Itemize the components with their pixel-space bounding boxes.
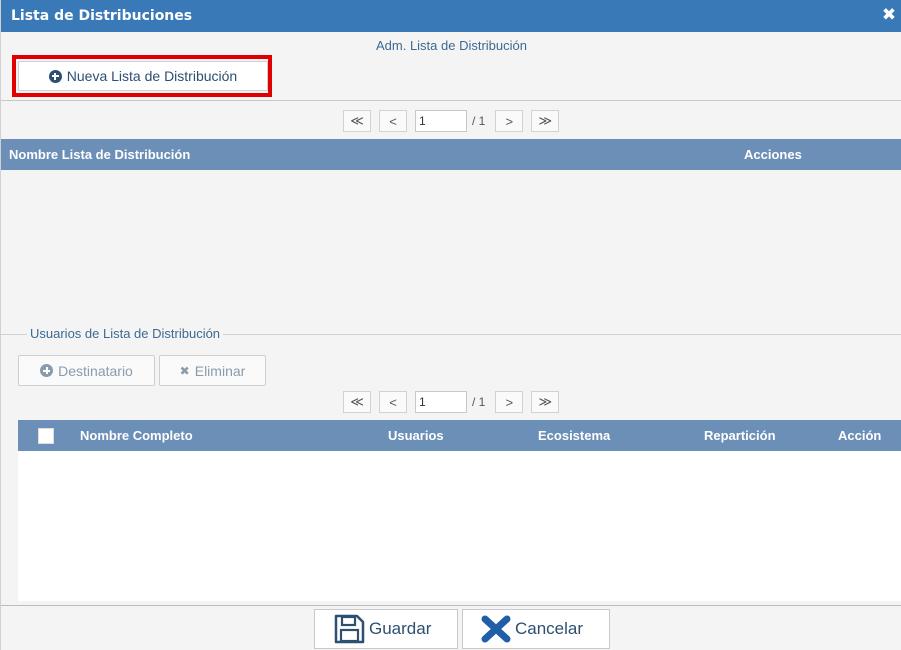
cancel-label: Cancelar xyxy=(515,619,584,638)
page-number-input[interactable] xyxy=(415,391,467,413)
close-icon[interactable]: ✖ xyxy=(880,6,898,24)
prev-page-button[interactable]: < xyxy=(379,110,407,132)
first-page-button[interactable]: ≪ xyxy=(343,391,371,413)
column-header-department: Repartición xyxy=(704,428,776,443)
select-all-checkbox[interactable] xyxy=(38,428,54,444)
page-total: / 1 xyxy=(472,114,486,128)
cancel-icon xyxy=(481,615,511,643)
column-header-action: Acción xyxy=(838,428,882,443)
column-header-actions: Acciones xyxy=(744,147,802,162)
users-table-body xyxy=(18,451,901,601)
dialog-titlebar: Lista de Distribuciones ✖ xyxy=(1,0,901,32)
users-pager: ≪ < / 1 > ≫ xyxy=(343,390,567,414)
column-header-full-name: Nombre Completo xyxy=(80,428,193,443)
page-number-input[interactable] xyxy=(415,110,467,132)
column-header-users: Usuarios xyxy=(388,428,444,443)
list-table-header: Nombre Lista de Distribución Acciones xyxy=(1,139,901,170)
next-page-button[interactable]: > xyxy=(495,391,524,413)
highlight-box xyxy=(12,55,272,97)
list-pager: ≪ < / 1 > ≫ xyxy=(343,109,567,133)
add-recipient-label: Destinatario xyxy=(58,362,133,379)
delete-button[interactable]: ✖ Eliminar xyxy=(159,355,266,386)
plus-circle-icon xyxy=(40,364,54,377)
page-total: / 1 xyxy=(472,395,486,409)
save-icon xyxy=(333,614,365,644)
distribution-list-dialog: Lista de Distribuciones ✖ Adm. Lista de … xyxy=(0,0,901,650)
column-header-ecosystem: Ecosistema xyxy=(538,428,611,443)
users-section-legend: Usuarios de Lista de Distribución xyxy=(27,326,224,341)
delete-label: Eliminar xyxy=(194,362,246,379)
cancel-button[interactable]: Cancelar xyxy=(462,609,610,649)
dialog-title: Lista de Distribuciones xyxy=(11,8,193,24)
first-page-button[interactable]: ≪ xyxy=(343,110,371,132)
list-table-body xyxy=(1,170,901,320)
last-page-button[interactable]: ≫ xyxy=(531,110,560,132)
last-page-button[interactable]: ≫ xyxy=(531,391,560,413)
section-subtitle: Adm. Lista de Distribución xyxy=(375,38,527,53)
divider xyxy=(1,100,901,101)
footer-divider xyxy=(1,605,901,606)
users-table-header: Nombre Completo Usuarios Ecosistema Repa… xyxy=(18,420,901,451)
next-page-button[interactable]: > xyxy=(495,110,524,132)
prev-page-button[interactable]: < xyxy=(379,391,407,413)
column-header-name: Nombre Lista de Distribución xyxy=(9,147,191,162)
add-recipient-button[interactable]: Destinatario xyxy=(18,355,155,386)
save-label: Guardar xyxy=(369,619,432,638)
save-button[interactable]: Guardar xyxy=(314,609,458,649)
x-icon: ✖ xyxy=(179,363,190,378)
